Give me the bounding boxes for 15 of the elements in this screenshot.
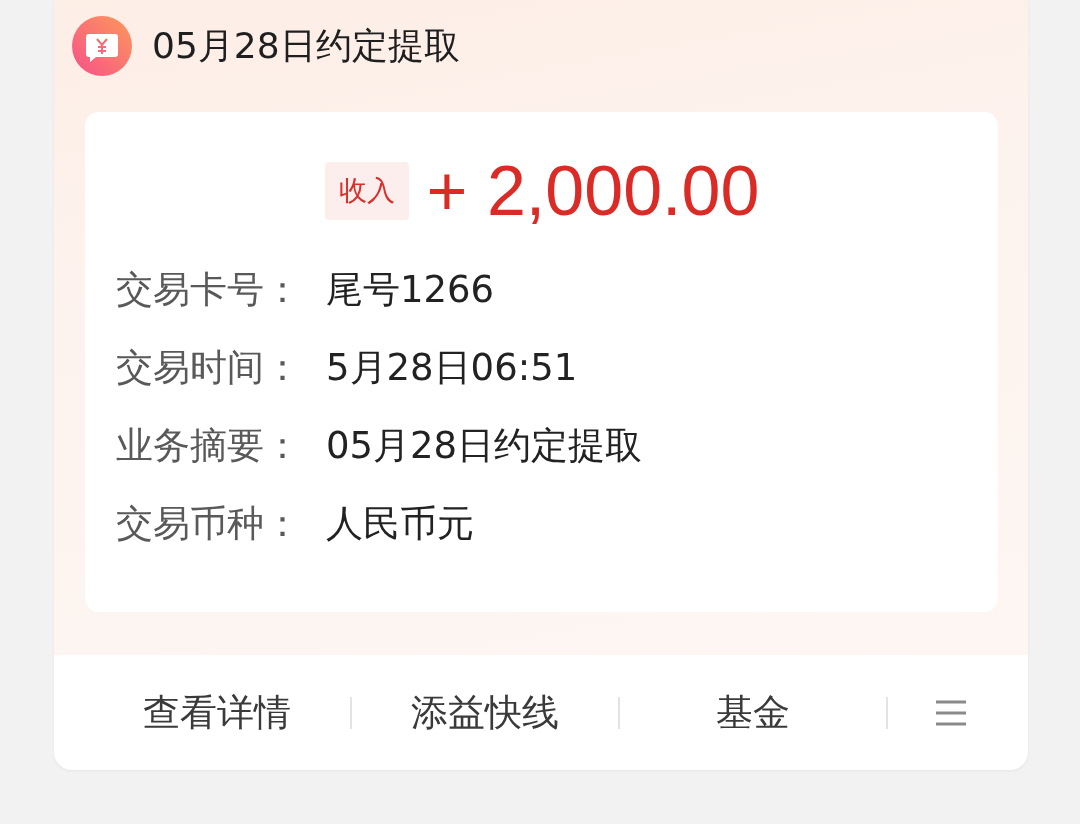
field-value: 05月28日约定提取: [326, 426, 643, 466]
action-button[interactable]: 查看详情: [84, 679, 350, 746]
field-value: 尾号1266: [326, 270, 495, 310]
action-button[interactable]: 基金: [620, 679, 886, 746]
amount-text: + 2,000.00: [426, 156, 760, 226]
field-value: 5月28日06:51: [326, 348, 578, 388]
field-label: 交易时间：: [116, 348, 302, 388]
action-button[interactable]: 添益快线: [352, 679, 618, 746]
income-tag: 收入: [324, 162, 409, 220]
yuan-message-icon: [72, 16, 132, 76]
transaction-title: 05月28日约定提取: [152, 28, 460, 64]
field-value: 人民币元: [326, 504, 474, 544]
field-label: 交易卡号：: [116, 270, 302, 310]
field-label: 交易币种：: [116, 504, 302, 544]
field-label: 业务摘要：: [116, 426, 302, 466]
